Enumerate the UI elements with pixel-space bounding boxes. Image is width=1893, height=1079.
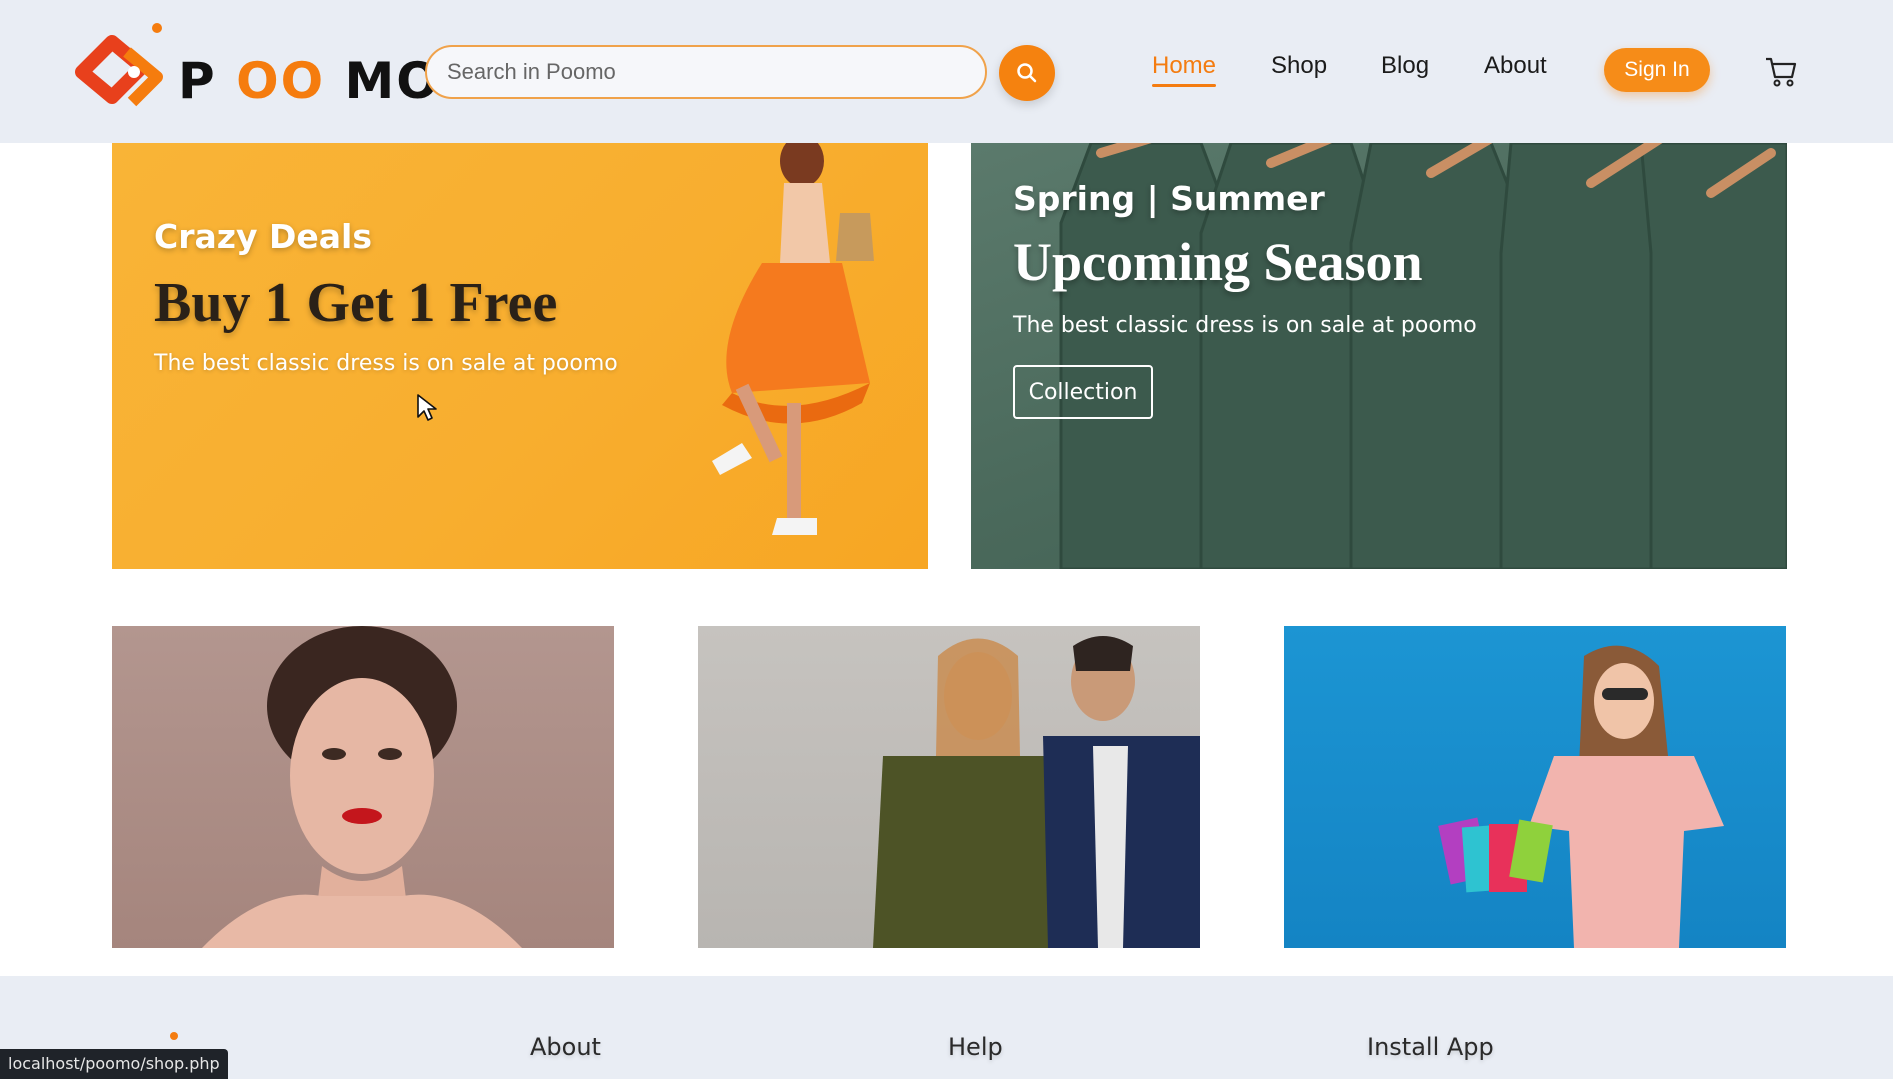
nav-about[interactable]: About	[1484, 52, 1547, 80]
promo-card-couple[interactable]	[698, 626, 1200, 948]
search-button[interactable]	[999, 45, 1055, 101]
poomo-logo[interactable]: P OO MO	[72, 22, 439, 127]
logo-wordmark: P OO MO	[178, 52, 441, 110]
promo-card-shopping[interactable]	[1284, 626, 1786, 948]
site-footer	[0, 976, 1893, 1079]
couple-jackets-photo-icon	[873, 636, 1200, 948]
mouse-cursor-icon	[417, 394, 437, 421]
season-banner[interactable]: Spring | Summer Upcoming Season The best…	[971, 143, 1787, 569]
shopping-woman-photo-icon	[1438, 645, 1724, 948]
collection-button[interactable]: Collection	[1013, 365, 1153, 419]
season-title: Upcoming Season	[1013, 232, 1423, 292]
footer-heading-help: Help	[948, 1033, 1003, 1061]
cart-icon[interactable]	[1764, 54, 1798, 88]
search-input[interactable]	[425, 45, 987, 99]
deals-subtitle: The best classic dress is on sale at poo…	[154, 351, 618, 376]
nav-blog[interactable]: Blog	[1381, 52, 1429, 80]
deals-title: Buy 1 Get 1 Free	[154, 272, 558, 334]
footer-heading-install-app: Install App	[1367, 1033, 1494, 1061]
nav-home[interactable]: Home	[1152, 52, 1216, 80]
season-subtitle: The best classic dress is on sale at poo…	[1013, 313, 1477, 338]
logo-mark-icon	[75, 23, 163, 107]
nav-active-underline	[1152, 84, 1216, 87]
deals-banner[interactable]: Crazy Deals Buy 1 Get 1 Free The best cl…	[112, 143, 928, 569]
deals-kicker: Crazy Deals	[154, 217, 372, 256]
search-icon	[1017, 63, 1037, 83]
woman-portrait-photo-icon	[202, 626, 522, 948]
promo-card-beauty[interactable]	[112, 626, 614, 948]
site-header: P OO MO Home Shop Blog About Sign In	[0, 0, 1893, 143]
nav-shop[interactable]: Shop	[1271, 52, 1327, 80]
link-hover-status-url: localhost/poomo/shop.php	[0, 1049, 228, 1079]
sign-in-button[interactable]: Sign In	[1604, 48, 1710, 92]
season-kicker: Spring | Summer	[1013, 179, 1325, 218]
dancing-woman-photo	[712, 143, 874, 535]
footer-heading-about: About	[530, 1033, 601, 1061]
footer-logo-dot-icon	[170, 1032, 178, 1040]
